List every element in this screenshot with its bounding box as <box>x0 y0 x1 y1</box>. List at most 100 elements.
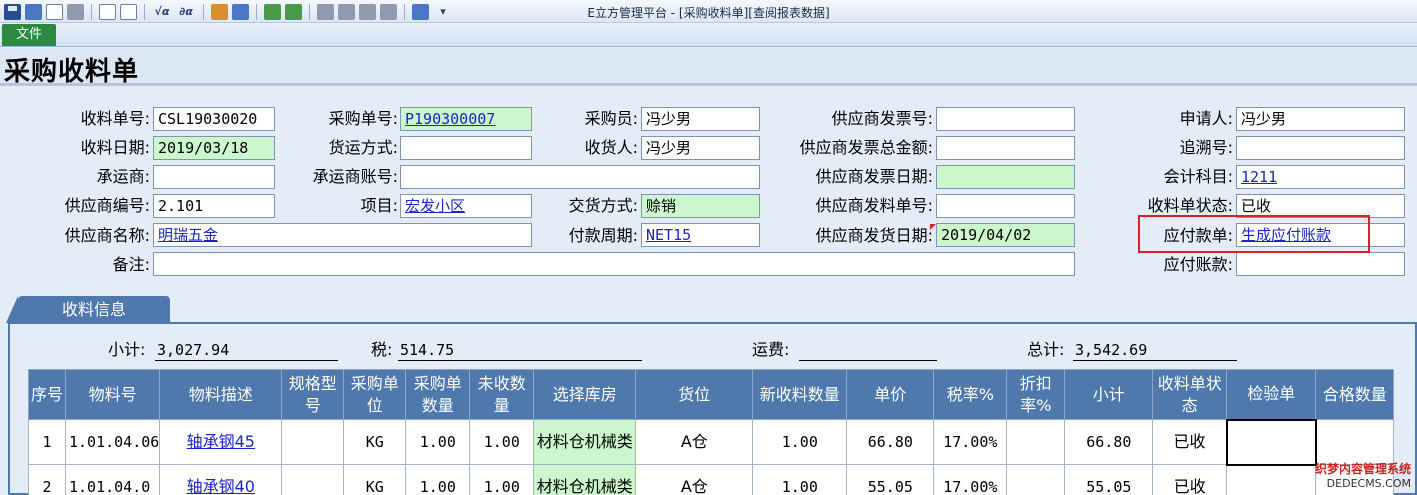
supplier-invoice-no-field[interactable] <box>936 107 1075 131</box>
line-status-cell[interactable]: 已收 <box>1152 464 1228 495</box>
unreceived-qty-cell[interactable]: 1.00 <box>469 419 535 465</box>
material-desc-link[interactable]: 轴承钢45 <box>187 432 255 451</box>
supplier-name-link[interactable]: 明瑞五金 <box>158 226 218 244</box>
ship-method-label: 货运方式: <box>328 138 398 157</box>
applicant-field[interactable]: 冯少男 <box>1236 107 1405 131</box>
account-subject-field[interactable]: 1211 <box>1236 165 1405 189</box>
supplier-code-label: 供应商编号: <box>64 196 150 215</box>
column-header[interactable]: 税率% <box>933 369 1008 420</box>
po-no-link[interactable]: P190300007 <box>405 110 495 128</box>
project-label: 项目: <box>360 196 398 215</box>
payment-term-label: 付款周期: <box>568 226 638 245</box>
supplier-ship-no-field[interactable] <box>936 194 1075 218</box>
column-header[interactable]: 选择库房 <box>533 369 637 420</box>
warehouse-cell[interactable]: 材料仓机械类 <box>533 464 637 495</box>
buyer-field[interactable]: 冯少男 <box>641 107 760 131</box>
column-header[interactable]: 未收数量 <box>469 369 535 420</box>
receipt-date-field[interactable]: 2019/03/18 <box>153 136 275 160</box>
account-subject-label: 会计科目: <box>1163 167 1233 186</box>
supplier-invoice-date-field[interactable] <box>936 165 1075 189</box>
tab-receipt-info[interactable]: 收料信息 <box>6 296 170 323</box>
table-header-row: 序号 物料号 物料描述 规格型号 采购单位 采购单数量 未收数量 选择库房 货位… <box>28 369 1395 420</box>
line-status-cell[interactable]: 已收 <box>1152 419 1228 465</box>
unit-price-cell[interactable]: 66.80 <box>846 419 935 465</box>
qualified-qty-cell[interactable] <box>1315 419 1395 465</box>
window-title: E立方管理平台 - [采购收料单][查阅报表数据] <box>587 6 830 20</box>
subtotal-label: 小计: <box>108 340 146 359</box>
column-header[interactable]: 折扣率% <box>1006 369 1066 420</box>
column-header[interactable]: 小计 <box>1064 369 1154 420</box>
supplier-code-field[interactable]: 2.101 <box>153 194 275 218</box>
column-header[interactable]: 货位 <box>635 369 754 420</box>
supplier-invoice-total-field[interactable] <box>936 136 1075 160</box>
column-header[interactable]: 序号 <box>28 369 66 420</box>
project-link[interactable]: 宏发小区 <box>405 197 465 215</box>
subtotal-value: 3,027.94 <box>155 340 338 361</box>
supplier-ship-date-field[interactable]: 2019/04/02 <box>936 223 1075 247</box>
inspection-cell[interactable] <box>1225 418 1317 466</box>
material-desc-cell[interactable]: 轴承钢40 <box>159 464 283 495</box>
remark-field[interactable] <box>153 252 1075 276</box>
delivery-method-field[interactable]: 赊销 <box>641 194 760 218</box>
material-no-cell[interactable]: 1.01.04.06 <box>64 419 161 465</box>
tax-rate-cell[interactable]: 17.00% <box>933 419 1008 465</box>
location-cell[interactable]: A仓 <box>635 419 754 465</box>
delivery-method-label: 交货方式: <box>568 196 638 215</box>
row-number: 1 <box>28 419 66 465</box>
supplier-name-field[interactable]: 明瑞五金 <box>153 223 532 247</box>
material-desc-link[interactable]: 轴承钢40 <box>187 477 255 495</box>
location-cell[interactable]: A仓 <box>635 464 754 495</box>
column-header[interactable]: 新收料数量 <box>752 369 848 420</box>
column-header[interactable]: 采购单数量 <box>405 369 471 420</box>
new-receipt-qty-cell[interactable]: 1.00 <box>752 419 848 465</box>
buyer-label: 采购员: <box>584 109 638 128</box>
column-header[interactable]: 物料号 <box>64 369 161 420</box>
unit-cell[interactable]: KG <box>343 419 407 465</box>
payable-field[interactable] <box>1236 252 1405 276</box>
receipt-no-label: 收料单号: <box>80 109 150 128</box>
unreceived-qty-cell[interactable]: 1.00 <box>469 464 535 495</box>
material-no-cell[interactable]: 1.01.04.0 <box>64 464 161 495</box>
file-menu-button[interactable]: 文件 <box>2 24 56 46</box>
column-header[interactable]: 物料描述 <box>159 369 283 420</box>
carrier-field[interactable] <box>153 165 275 189</box>
po-no-field[interactable]: P190300007 <box>400 107 532 131</box>
unit-price-cell[interactable]: 55.05 <box>846 464 935 495</box>
payment-term-link[interactable]: NET15 <box>646 226 691 244</box>
receiver-field[interactable]: 冯少男 <box>641 136 760 160</box>
column-header[interactable]: 收料单状态 <box>1152 369 1228 420</box>
line-subtotal-cell[interactable]: 55.05 <box>1064 464 1154 495</box>
column-header[interactable]: 合格数量 <box>1315 369 1395 420</box>
ship-method-field[interactable] <box>400 136 532 160</box>
ribbon: 文件 <box>0 23 1417 47</box>
po-qty-cell[interactable]: 1.00 <box>405 464 471 495</box>
supplier-ship-no-label: 供应商发料单号: <box>815 196 933 215</box>
line-subtotal-cell[interactable]: 66.80 <box>1064 419 1154 465</box>
unit-cell[interactable]: KG <box>343 464 407 495</box>
discount-rate-cell[interactable] <box>1006 464 1066 495</box>
new-receipt-qty-cell[interactable]: 1.00 <box>752 464 848 495</box>
spec-cell[interactable] <box>281 464 345 495</box>
column-header[interactable]: 采购单位 <box>343 369 407 420</box>
account-subject-link[interactable]: 1211 <box>1241 168 1277 186</box>
table-row[interactable]: 2 1.01.04.0 轴承钢40 KG 1.00 1.00 材料仓机械类 A仓… <box>28 464 1395 495</box>
total-label: 总计: <box>1027 340 1065 359</box>
material-desc-cell[interactable]: 轴承钢45 <box>159 419 283 465</box>
carrier-label: 承运商: <box>96 167 150 186</box>
payment-term-field[interactable]: NET15 <box>641 223 760 247</box>
watermark: 织梦内容管理系统 DEDECMS.COM <box>1315 460 1411 490</box>
receipt-no-field[interactable]: CSL19030020 <box>153 107 275 131</box>
discount-rate-cell[interactable] <box>1006 419 1066 465</box>
po-qty-cell[interactable]: 1.00 <box>405 419 471 465</box>
column-header[interactable]: 检验单 <box>1226 369 1317 420</box>
carrier-account-field[interactable] <box>400 165 760 189</box>
inspection-cell[interactable] <box>1226 464 1317 495</box>
column-header[interactable]: 规格型号 <box>281 369 345 420</box>
project-field[interactable]: 宏发小区 <box>400 194 532 218</box>
spec-cell[interactable] <box>281 419 345 465</box>
table-row[interactable]: 1 1.01.04.06 轴承钢45 KG 1.00 1.00 材料仓机械类 A… <box>28 418 1395 466</box>
tax-rate-cell[interactable]: 17.00% <box>933 464 1008 495</box>
column-header[interactable]: 单价 <box>846 369 935 420</box>
warehouse-cell[interactable]: 材料仓机械类 <box>533 419 637 465</box>
trace-no-field[interactable] <box>1236 136 1405 160</box>
